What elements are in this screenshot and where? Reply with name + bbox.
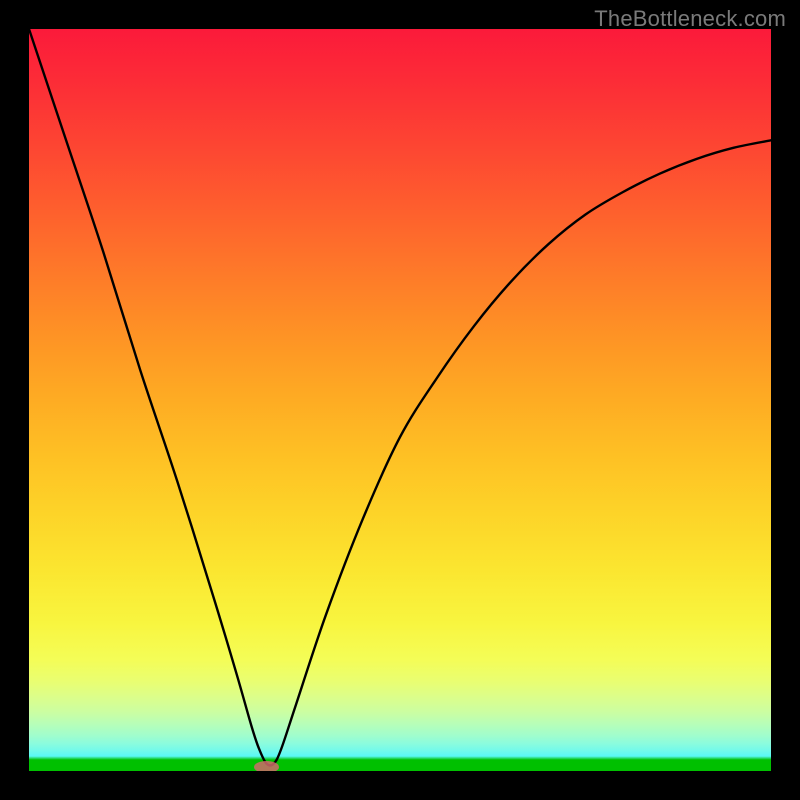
chart-frame: TheBottleneck.com	[0, 0, 800, 800]
bottleneck-curve	[29, 29, 771, 771]
watermark-text: TheBottleneck.com	[594, 6, 786, 32]
plot-area	[29, 29, 771, 771]
optimum-marker	[254, 761, 279, 771]
